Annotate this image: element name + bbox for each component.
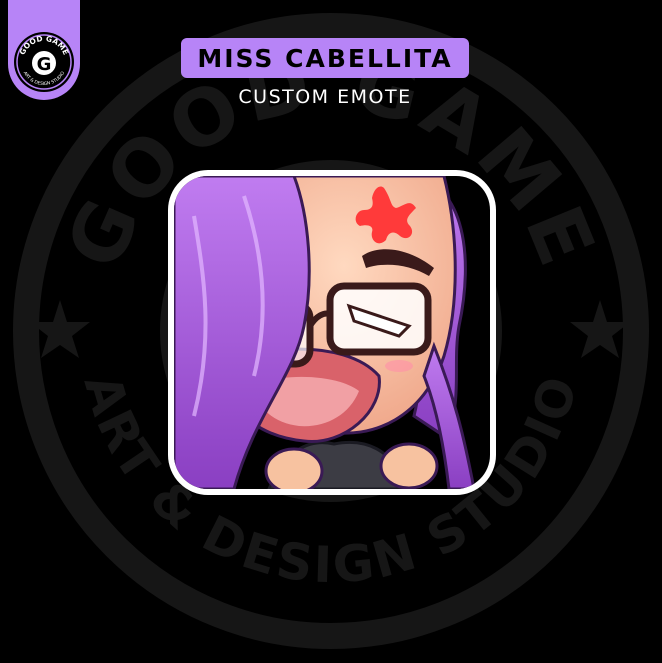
studio-logo-badge: GOOD GAME ART & DESIGN STUDIO G xyxy=(14,32,74,92)
badge-letter: G xyxy=(37,54,52,75)
page-title: MISS CABELLITA xyxy=(197,43,453,73)
page-subtitle: CUSTOM EMOTE xyxy=(238,86,412,108)
watermark-star-right xyxy=(570,300,630,358)
angry-girl-emote-illustration xyxy=(174,176,476,489)
fist-right xyxy=(379,442,439,489)
title-banner: MISS CABELLITA xyxy=(181,38,469,78)
fist-left xyxy=(264,447,324,489)
emote-card xyxy=(174,176,490,489)
